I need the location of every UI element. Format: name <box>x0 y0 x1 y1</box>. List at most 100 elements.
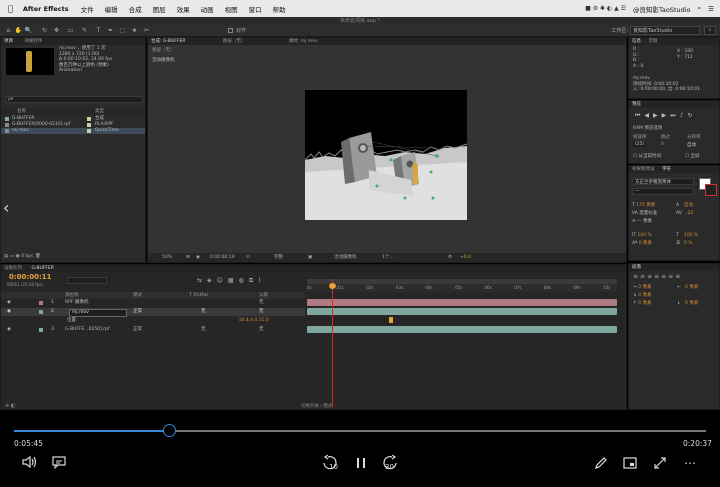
col-name[interactable]: 名称 <box>17 108 26 115</box>
last-frame-icon[interactable]: ⏭ <box>670 112 679 119</box>
justify-all-icon[interactable]: ≡ <box>675 273 682 280</box>
layer-bar-mj[interactable] <box>307 308 617 315</box>
next-frame-icon[interactable]: ▶ <box>662 112 671 119</box>
layer-name-input[interactable]: mj.mov <box>69 309 127 317</box>
stroke-color-swatch[interactable] <box>705 184 717 196</box>
col-source-name[interactable]: 源名称 <box>65 292 79 299</box>
home-tool-icon[interactable]: ⌂ <box>4 27 13 35</box>
comp-flowchart-icon[interactable]: ⇆ <box>197 277 207 284</box>
tab-comp-timeline[interactable]: G-BUFFER <box>31 266 53 271</box>
resolution-select[interactable]: 自动 <box>687 142 696 148</box>
search-icon[interactable]: ⌕ <box>698 4 702 13</box>
skip-forward-button[interactable]: 30 <box>380 454 402 476</box>
label-swatch[interactable] <box>39 328 43 332</box>
puppet-tool-icon[interactable]: ★ <box>130 27 139 35</box>
camera-select[interactable]: 活动摄像机 <box>334 253 357 262</box>
label-swatch[interactable] <box>39 310 43 314</box>
skip-back-button[interactable]: 10 <box>320 454 342 476</box>
align-left-icon[interactable]: ≡ <box>633 273 640 280</box>
move-tool-icon[interactable]: ✥ <box>52 27 61 35</box>
camera-snapshot-icon[interactable]: ◉ <box>196 253 200 262</box>
graph-editor-icon[interactable]: ⌇ <box>258 277 266 284</box>
tab-footage[interactable]: 素材: mj.mov <box>289 39 318 44</box>
font-style-select[interactable]: — <box>632 188 694 195</box>
search-help-icon[interactable]: ⌕ <box>704 26 716 35</box>
space-after-value[interactable]: 0 像素 <box>685 300 698 308</box>
playhead[interactable] <box>331 279 333 407</box>
position-value[interactable]: -16.4,4.0,11.0 <box>237 317 269 325</box>
brush-tool-icon[interactable]: ✒ <box>106 27 115 35</box>
preview-panel-header[interactable]: 预览 <box>629 101 719 108</box>
layer-trkmat-select[interactable]: 无 <box>201 326 206 334</box>
fps-select[interactable]: (25) <box>633 142 647 147</box>
label-swatch[interactable] <box>39 301 43 305</box>
col-mode[interactable]: 模式 <box>133 292 142 299</box>
user-name[interactable]: @良知影TaoStudio <box>633 4 691 14</box>
layer-parent[interactable]: 无 <box>259 299 264 307</box>
pause-button[interactable] <box>352 455 370 476</box>
eye-icon[interactable]: ◉ <box>7 308 11 316</box>
subtitles-icon[interactable] <box>50 455 68 474</box>
eye-icon[interactable]: ◉ <box>7 299 11 307</box>
toggle-modes-label[interactable]: 切换开关 / 模式 <box>301 403 332 409</box>
snapshot-icon[interactable]: ⊙ <box>246 253 250 262</box>
rotate-tool-icon[interactable]: ↻ <box>40 27 49 35</box>
motion-blur-icon[interactable]: ◍ <box>239 277 249 284</box>
stroke-width-value[interactable]: — 像素 <box>637 219 652 224</box>
tab-character[interactable]: 字符 <box>662 167 671 172</box>
layer-bar-gbuffer[interactable] <box>307 326 617 333</box>
draft3d-icon[interactable]: ◈ <box>207 277 217 284</box>
pen-tool-icon[interactable]: ✎ <box>80 27 89 35</box>
volume-icon[interactable] <box>20 455 38 474</box>
tab-effect-controls[interactable]: 效果控件 <box>24 39 42 44</box>
progress-thumb[interactable] <box>163 424 176 437</box>
layer-bar-camera[interactable] <box>307 299 617 306</box>
app-name-menu[interactable]: After Effects <box>23 5 69 13</box>
tab-composition[interactable]: 合成: G-BUFFER <box>151 39 185 44</box>
audio-icon[interactable]: ♪ <box>680 112 688 119</box>
brainstorm-icon[interactable]: ⧉ <box>249 277 258 284</box>
tab-audio[interactable]: 音频 <box>648 39 657 44</box>
eye-icon[interactable]: ◉ <box>7 326 11 334</box>
font-size-value[interactable]: 175 像素 <box>636 203 655 208</box>
workspace-select[interactable]: 良知影TaoStudio <box>630 26 700 35</box>
col-type[interactable]: 类型 <box>95 108 104 115</box>
vscale-value[interactable]: 100 % <box>638 233 652 238</box>
layer-row[interactable]: ◉ 3 G-BUFFE...0250].rpf 正常 无 无 <box>1 326 305 334</box>
exposure-value[interactable]: +0.0 <box>460 253 471 262</box>
space-before-value[interactable]: 0 像素 <box>638 301 651 306</box>
indent-right-value[interactable]: 0 像素 <box>685 284 698 292</box>
keyframe-icon[interactable] <box>389 317 393 323</box>
hand-tool-icon[interactable]: ✋ <box>14 27 23 35</box>
fast-previews-icon[interactable]: ⚙ <box>448 253 452 262</box>
views-select[interactable]: 1个… <box>382 253 394 262</box>
ram-preview-options[interactable]: RAM 预览选项 <box>633 125 662 131</box>
layer-parent[interactable]: 无 <box>259 308 264 316</box>
skip-value[interactable]: 0 <box>661 142 664 147</box>
baseline-value[interactable]: 0 像素 <box>639 241 652 246</box>
fullscreen-icon[interactable] <box>651 455 669 476</box>
time-ruler[interactable]: 0s 01s 02s 03s 04s 05s 06s 07s 08s 09s 10s <box>307 284 617 292</box>
menu-help[interactable]: 帮助 <box>273 4 286 14</box>
from-current-checkbox[interactable]: ☐ 从当前时间 <box>633 153 661 159</box>
hscale-value[interactable]: 100 % <box>684 232 698 240</box>
trash-icon[interactable]: 🗑 <box>35 254 41 259</box>
menu-edit[interactable]: 编辑 <box>105 4 118 14</box>
toggle-switches-icon[interactable]: ⊕ ◧ <box>5 403 16 409</box>
tab-layer[interactable]: 图层（无） <box>223 39 246 44</box>
cut-tool-icon[interactable]: ✂ <box>142 27 151 35</box>
clone-tool-icon[interactable]: ⬚ <box>118 27 127 35</box>
tab-render-queue[interactable]: 渲染队列 <box>4 266 22 271</box>
property-row[interactable]: 位置 -16.4,4.0,11.0 <box>1 317 305 325</box>
menu-composition[interactable]: 合成 <box>129 4 142 14</box>
tracking-value[interactable]: -22 <box>686 210 693 218</box>
playhead-handle[interactable] <box>328 283 336 289</box>
tab-effects-presets[interactable]: 效果和预设 <box>632 167 655 172</box>
layer-row[interactable]: ◉ 1 RPF 摄像机 无 <box>1 299 305 307</box>
timeline-track-area[interactable]: 0s 01s 02s 03s 04s 05s 06s 07s 08s 09s 10s <box>307 279 617 407</box>
project-search-input[interactable]: ρ▾ <box>5 96 143 103</box>
zoom-tool-icon[interactable]: 🔍 <box>24 27 33 35</box>
miniplayer-icon[interactable] <box>621 455 639 476</box>
quality-select[interactable]: 完整 <box>274 253 283 262</box>
align-center-icon[interactable]: ≡ <box>640 273 647 280</box>
